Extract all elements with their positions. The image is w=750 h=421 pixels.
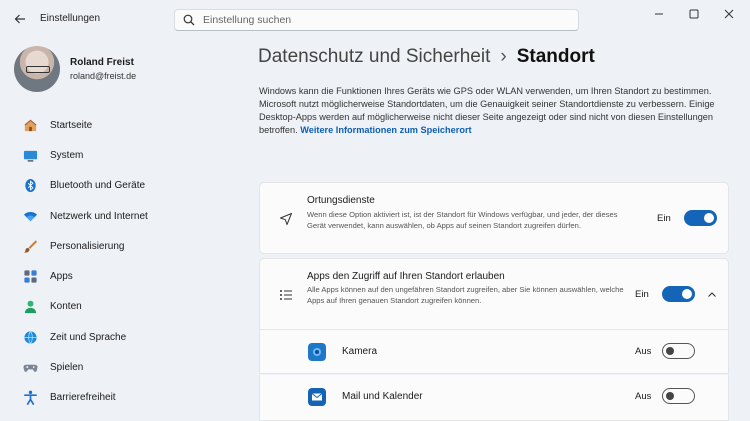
title-bar: Einstellungen bbox=[0, 0, 750, 38]
breadcrumb-parent[interactable]: Datenschutz und Sicherheit bbox=[258, 46, 490, 67]
page-title: Standort bbox=[516, 46, 595, 67]
app-title: Einstellungen bbox=[40, 13, 101, 24]
search-input[interactable] bbox=[203, 14, 563, 26]
location-services-card: Ortungsdienste Wenn diese Option aktivie… bbox=[259, 182, 729, 254]
location-services-description: Wenn diese Option aktiviert ist, ist der… bbox=[307, 210, 618, 231]
wifi-icon bbox=[22, 208, 38, 224]
sidebar-item-label: System bbox=[50, 149, 84, 161]
breadcrumb: Datenschutz und Sicherheit › Standort bbox=[258, 46, 595, 68]
page-description: Windows kann die Funktionen Ihres Geräts… bbox=[259, 85, 724, 137]
app-state: Aus bbox=[635, 346, 652, 357]
app-location-access-toggle[interactable] bbox=[662, 286, 695, 302]
app-name: Mail und Kalender bbox=[342, 391, 423, 402]
apps-icon bbox=[22, 269, 38, 285]
sidebar-item-apps[interactable]: Apps bbox=[8, 261, 240, 291]
brush-icon bbox=[22, 238, 38, 254]
arrow-left-icon bbox=[14, 14, 25, 24]
profile-email: roland@freist.de bbox=[70, 71, 137, 81]
maximize-button[interactable] bbox=[681, 6, 707, 22]
sidebar-item-label: Bluetooth und Geräte bbox=[50, 180, 146, 192]
app-row-mail-calendar: Mail und Kalender Aus bbox=[259, 375, 729, 421]
search-icon bbox=[183, 14, 195, 26]
location-services-toggle[interactable] bbox=[684, 210, 717, 226]
location-services-title: Ortungsdienste bbox=[307, 195, 375, 206]
app-row-camera: Kamera Aus bbox=[259, 330, 729, 374]
maximize-icon bbox=[689, 9, 699, 19]
sidebar-item-network[interactable]: Netzwerk und Internet bbox=[8, 201, 240, 231]
sidebar-item-bluetooth[interactable]: Bluetooth und Geräte bbox=[8, 171, 240, 201]
avatar bbox=[14, 46, 60, 92]
app-state: Aus bbox=[635, 391, 652, 402]
bluetooth-icon bbox=[22, 178, 38, 194]
camera-app-icon bbox=[308, 343, 326, 361]
sidebar-item-label: Barrierefreiheit bbox=[50, 392, 116, 404]
breadcrumb-separator: › bbox=[500, 46, 507, 67]
monitor-icon bbox=[22, 147, 38, 163]
app-name: Kamera bbox=[342, 346, 378, 357]
sidebar-item-label: Zeit und Sprache bbox=[50, 331, 127, 343]
app-location-access-title: Apps den Zugriff auf Ihren Standort erla… bbox=[307, 271, 505, 282]
app-location-access-card[interactable]: Apps den Zugriff auf Ihren Standort erla… bbox=[259, 258, 729, 330]
sidebar-nav: Startseite System Bluetooth und Geräte N… bbox=[8, 110, 240, 413]
home-icon bbox=[22, 117, 38, 133]
sidebar-item-accessibility[interactable]: Barrierefreiheit bbox=[8, 383, 240, 413]
list-icon bbox=[278, 287, 294, 303]
sidebar-item-label: Konten bbox=[50, 301, 82, 313]
close-icon bbox=[724, 9, 734, 19]
app-location-access-state: Ein bbox=[635, 289, 649, 300]
mail-calendar-location-toggle[interactable] bbox=[662, 388, 695, 404]
app-location-access-description: Alle Apps können auf den ungefähren Stan… bbox=[307, 285, 624, 306]
sidebar-item-system[interactable]: System bbox=[8, 140, 240, 170]
learn-more-link[interactable]: Weitere Informationen zum Speicherort bbox=[300, 125, 471, 135]
accessibility-icon bbox=[22, 390, 38, 406]
back-button[interactable] bbox=[10, 9, 30, 29]
sidebar-item-label: Startseite bbox=[50, 119, 93, 131]
minimize-button[interactable] bbox=[646, 6, 672, 22]
sidebar-item-time-language[interactable]: Zeit und Sprache bbox=[8, 322, 240, 352]
mail-app-icon bbox=[308, 388, 326, 406]
search-box[interactable] bbox=[174, 9, 579, 31]
sidebar-item-home[interactable]: Startseite bbox=[8, 110, 240, 140]
profile-name: Roland Freist bbox=[70, 57, 134, 68]
chevron-up-icon[interactable] bbox=[706, 289, 718, 301]
sidebar-item-label: Spielen bbox=[50, 362, 84, 374]
close-button[interactable] bbox=[716, 6, 742, 22]
sidebar-item-label: Apps bbox=[50, 271, 73, 283]
location-arrow-icon bbox=[278, 211, 294, 227]
minimize-icon bbox=[655, 13, 663, 15]
sidebar-item-label: Netzwerk und Internet bbox=[50, 210, 148, 222]
user-icon bbox=[22, 299, 38, 315]
sidebar-item-accounts[interactable]: Konten bbox=[8, 292, 240, 322]
globe-clock-icon bbox=[22, 329, 38, 345]
gamepad-icon bbox=[22, 360, 38, 376]
location-services-state: Ein bbox=[657, 213, 671, 224]
user-profile[interactable]: Roland Freist roland@freist.de bbox=[14, 46, 136, 92]
sidebar-item-personalization[interactable]: Personalisierung bbox=[8, 231, 240, 261]
camera-location-toggle[interactable] bbox=[662, 343, 695, 359]
sidebar-item-gaming[interactable]: Spielen bbox=[8, 352, 240, 382]
sidebar-item-label: Personalisierung bbox=[50, 240, 125, 252]
